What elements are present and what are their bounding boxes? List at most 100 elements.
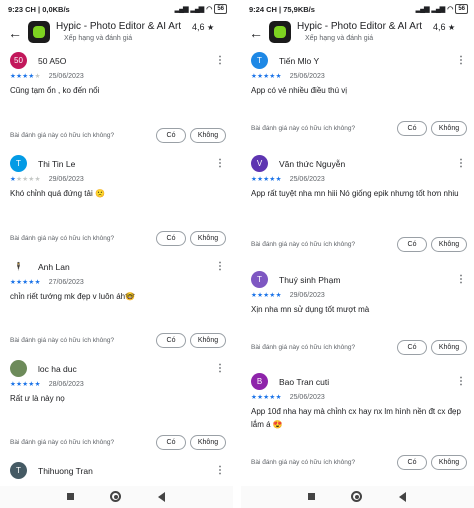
review-author: 50 A5O [38,56,67,66]
helpful-no-button[interactable]: Không [431,237,467,252]
helpful-row: Bài đánh giá này có hữu ích không? Có Khôn… [10,231,230,247]
star-filled-icon: ★ [275,176,282,183]
more-options-icon[interactable]: ⋮ [456,273,466,287]
helpful-no-button[interactable]: Không [431,455,467,470]
helpful-yes-button[interactable]: Có [397,121,427,136]
review-header: 50 50 A5O ⋮ [10,50,230,70]
review-author: Tiến Mlo Y [279,56,320,66]
helpful-no-button[interactable]: Không [190,333,226,348]
star-rating: ★★★★★ [10,278,41,286]
recent-apps-icon[interactable] [308,493,315,500]
review-text: App rất tuyệt nha mn hiii Nó giống epik … [251,189,459,198]
app-rating-value: 4,6 [433,22,446,32]
more-options-icon[interactable]: ⋮ [215,157,225,171]
review-header: T Thi Tin Le ⋮ [10,153,230,173]
status-time: 9:24 CH [249,4,277,14]
helpful-yes-button[interactable]: Có [397,237,427,252]
avatar: 🕴 [10,258,27,275]
divider [233,0,241,508]
avatar: V [251,155,268,172]
more-options-icon[interactable]: ⋮ [215,464,225,478]
nav-back-icon[interactable] [399,492,406,502]
navigation-bar [241,486,474,508]
more-options-icon[interactable]: ⋮ [215,362,225,376]
rating-row: ★★★★★ 29/06/2023 [10,175,84,184]
helpful-yes-button[interactable]: Có [156,435,186,450]
helpful-no-button[interactable]: Không [190,231,226,246]
helpful-question: Bài đánh giá này có hữu ích không? [251,459,356,466]
helpful-question: Bài đánh giá này có hữu ích không? [10,132,115,139]
app-rating: 4,6 ★ [433,22,455,32]
recent-apps-icon[interactable] [67,493,74,500]
helpful-question: Bài đánh giá này có hữu ích không? [251,125,356,132]
avatar: 50 [10,52,27,69]
helpful-yes-button[interactable]: Có [156,231,186,246]
helpful-no-button[interactable]: Không [190,128,226,143]
back-arrow-icon[interactable]: ← [6,24,24,42]
helpful-yes-button[interactable]: Có [156,333,186,348]
app-title: Hypic - Photo Editor & AI Art [56,21,182,32]
review-item: 🕴 Anh Lan ⋮ ★★★★★ 27/06/2023 chỉn riết tướng … [0,256,233,358]
star-icon: ★ [448,23,456,32]
home-icon[interactable] [351,491,362,502]
status-speed: 0,0KB/s [42,4,70,14]
review-author: loc ha duc [38,364,77,374]
review-text: Cũng tạm ổn , ko đến nổi [10,86,100,95]
review-item: T Thuý sinh Phạm ⋮ ★★★★★ 29/06/2023 Xịn nha m… [241,269,474,371]
review-date: 25/06/2023 [289,175,325,183]
status-icons: ▂▄▆ ▂▄▆ ◠ 56 [416,4,468,14]
star-filled-icon: ★ [275,394,282,401]
review-item: V Văn thức Nguyễn ⋮ ★★★★★ 25/06/2023 App rất … [241,153,474,269]
app-header: ← Hypic - Photo Editor & AI Art 4,6 ★ Xế… [0,18,233,50]
battery-icon: 56 [214,4,227,14]
rating-row: ★★★★★ 28/06/2023 [10,380,84,389]
back-arrow-icon[interactable]: ← [247,24,265,42]
battery-icon: 56 [455,4,468,14]
star-rating: ★★★★★ [10,72,41,80]
star-rating: ★★★★★ [251,175,282,183]
home-icon[interactable] [110,491,121,502]
more-options-icon[interactable]: ⋮ [456,375,466,389]
phone-screen-left: 9:23 CH | 0,0KB/s ▂▄▆ ▂▄▆ ◠ 56 ← Hypic -… [0,0,233,508]
helpful-no-button[interactable]: Không [431,340,467,355]
helpful-yes-button[interactable]: Có [397,455,427,470]
helpful-no-button[interactable]: Không [431,121,467,136]
helpful-yes-button[interactable]: Có [397,340,427,355]
review-header: loc ha duc ⋮ [10,358,230,378]
review-author: Thuý sinh Phạm [279,275,341,285]
review-text: App 10đ nha hay mà chỉnh cx hay nx lm hì… [251,407,461,429]
navigation-bar [0,486,233,508]
star-filled-icon: ★ [34,381,41,388]
helpful-yes-button[interactable]: Có [156,128,186,143]
wifi-icon: ◠ [206,6,212,13]
helpful-question: Bài đánh giá này có hữu ích không? [10,235,115,242]
status-icons: ▂▄▆ ▂▄▆ ◠ 56 [175,4,227,14]
avatar: B [251,373,268,390]
helpful-question: Bài đánh giá này có hữu ích không? [251,241,356,248]
review-item: T Tiến Mlo Y ⋮ ★★★★★ 25/06/2023 App có vẻ nhi… [241,50,474,153]
review-header: T Thihuong Tran ⋮ [10,460,230,480]
review-date: 29/06/2023 [289,291,325,299]
more-options-icon[interactable]: ⋮ [215,54,225,68]
review-text: App có vẻ nhiều điều thú vị [251,86,348,95]
nav-back-icon[interactable] [158,492,165,502]
star-empty-icon: ★ [34,73,41,80]
star-rating: ★★★★★ [10,380,41,388]
more-options-icon[interactable]: ⋮ [456,157,466,171]
review-item: 50 50 A5O ⋮ ★★★★★ 25/06/2023 Cũng tạm ổn , ko… [0,50,233,153]
app-subtitle: Xếp hạng và đánh giá [64,35,133,42]
app-icon [28,21,50,43]
rating-row: ★★★★★ 25/06/2023 [251,72,325,81]
wifi-icon: ◠ [447,6,453,13]
review-item: loc ha duc ⋮ ★★★★★ 28/06/2023 Rất ư là này n… [0,358,233,460]
helpful-question: Bài đánh giá này có hữu ích không? [10,337,115,344]
more-options-icon[interactable]: ⋮ [215,260,225,274]
helpful-no-button[interactable]: Không [190,435,226,450]
star-rating: ★★★★★ [251,72,282,80]
rating-row: ★★★★★ 25/06/2023 [251,175,325,184]
avatar [10,360,27,377]
more-options-icon[interactable]: ⋮ [456,54,466,68]
helpful-row: Bài đánh giá này có hữu ích không? Có Khôn… [251,340,471,356]
signal-icon: ▂▄▆ [415,6,430,13]
status-bar: 9:23 CH | 0,0KB/s ▂▄▆ ▂▄▆ ◠ 56 [0,0,233,18]
